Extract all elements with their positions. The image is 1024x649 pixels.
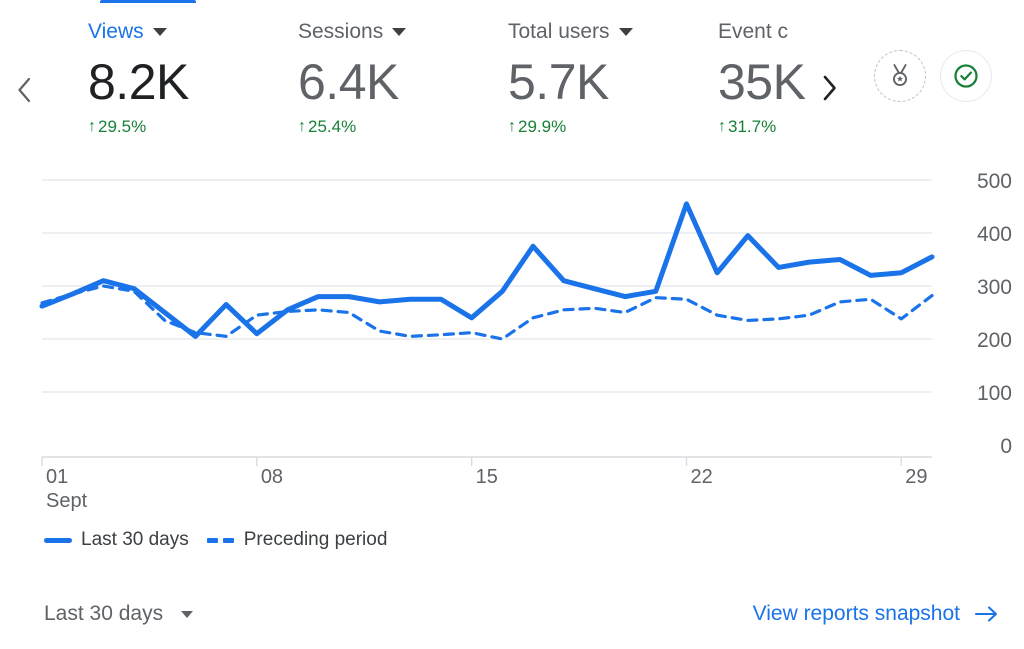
metric-card-total-users[interactable]: Total users 5.7K ↑ 29.9% — [508, 18, 718, 138]
arrow-right-icon — [974, 606, 998, 622]
tab-indicator-row — [0, 0, 1024, 4]
metric-delta: ↑ 25.4% — [298, 116, 496, 138]
metric-delta: ↑ 29.9% — [508, 116, 706, 138]
metric-label: Sessions — [298, 20, 384, 43]
view-reports-snapshot-label: View reports snapshot — [752, 602, 960, 625]
metric-selector-views[interactable]: Views — [88, 18, 286, 46]
y-axis-tick-label: 200 — [977, 329, 1012, 352]
check-circle-icon — [954, 64, 978, 88]
arrow-up-icon: ↑ — [298, 118, 306, 135]
chevron-down-icon[interactable] — [618, 28, 633, 36]
metrics-next-button[interactable] — [816, 74, 844, 102]
arrow-up-icon: ↑ — [508, 118, 516, 135]
metric-value: 35K — [718, 54, 806, 110]
legend-item-current[interactable]: Last 30 days — [44, 528, 189, 552]
y-axis-tick-label: 300 — [977, 276, 1012, 299]
metric-selector-total-users[interactable]: Total users — [508, 18, 706, 46]
metric-delta: ↑ 29.5% — [88, 116, 286, 138]
metric-delta: ↑ 31.7% — [718, 116, 816, 138]
chart-legend: Last 30 days Preceding period — [44, 528, 387, 552]
metric-label: Total users — [508, 20, 610, 43]
metric-label: Event c — [718, 20, 789, 43]
x-axis-tick-label: 08 — [261, 466, 283, 488]
metric-card-sessions[interactable]: Sessions 6.4K ↑ 25.4% — [298, 18, 508, 138]
legend-swatch-solid-icon — [44, 537, 72, 543]
view-reports-snapshot-link[interactable]: View reports snapshot — [753, 600, 1000, 628]
y-axis-tick-label: 500 — [977, 170, 1012, 193]
trend-chart[interactable]: 0 100 200 300 400 500 01 Sept 08 15 22 29 — [0, 162, 1024, 512]
metric-value: 6.4K — [298, 54, 399, 110]
chevron-right-icon — [823, 75, 836, 101]
metric-card-views[interactable]: Views 8.2K ↑ 29.5% — [88, 18, 298, 138]
chevron-down-icon[interactable] — [181, 610, 194, 618]
data-quality-check-button[interactable] — [940, 50, 992, 102]
active-tab-underline — [100, 0, 196, 3]
metric-delta-value: 29.9% — [518, 117, 567, 136]
metric-delta-value: 31.7% — [728, 117, 777, 136]
arrow-up-icon: ↑ — [88, 118, 96, 135]
legend-label: Last 30 days — [81, 529, 189, 550]
date-range-label: Last 30 days — [44, 602, 164, 625]
legend-item-preceding[interactable]: Preceding period — [206, 528, 388, 552]
x-axis-tick-label: 15 — [476, 466, 498, 488]
y-axis-tick-label: 400 — [977, 223, 1012, 246]
metric-card-event-count[interactable]: Event c 35K ↑ 31.7% — [718, 18, 816, 138]
x-axis-tick-label: 29 — [905, 466, 927, 488]
metrics-viewport: Views 8.2K ↑ 29.5% Sessions 6.4K ↑ 25.4%… — [88, 18, 816, 162]
chevron-down-icon[interactable] — [152, 28, 167, 36]
x-axis-month-label: Sept — [46, 490, 88, 512]
metric-selector-event-count[interactable]: Event c — [718, 18, 816, 46]
y-axis-tick-label: 100 — [977, 382, 1012, 405]
insights-medal-button[interactable] — [874, 50, 926, 102]
card-footer: Last 30 days View reports snapshot — [0, 592, 1024, 649]
metric-selector-sessions[interactable]: Sessions — [298, 18, 496, 46]
insights-medal-icon — [893, 64, 907, 87]
metrics-row: Views 8.2K ↑ 29.5% Sessions 6.4K ↑ 25.4%… — [88, 18, 816, 138]
legend-label: Preceding period — [243, 529, 388, 550]
chevron-down-icon[interactable] — [392, 28, 407, 36]
metric-delta-value: 29.5% — [98, 117, 147, 136]
y-axis-tick-label: 0 — [1000, 435, 1012, 458]
legend-swatch-dashed-icon — [206, 537, 235, 543]
x-axis-tick-label: 22 — [690, 466, 712, 488]
x-axis-tick-label: 01 — [46, 466, 68, 488]
metric-delta-value: 25.4% — [308, 117, 357, 136]
chevron-left-icon — [18, 77, 31, 103]
trend-chart-svg: 0 100 200 300 400 500 01Sept 08 15 22 29 — [39, 170, 1012, 512]
metric-label: Views — [88, 20, 144, 43]
metric-value: 5.7K — [508, 54, 609, 110]
metric-value: 8.2K — [88, 54, 189, 110]
metrics-strip: Views 8.2K ↑ 29.5% Sessions 6.4K ↑ 25.4%… — [0, 18, 1024, 162]
strip-actions — [874, 50, 992, 102]
arrow-up-icon: ↑ — [718, 118, 726, 135]
date-range-selector[interactable]: Last 30 days — [44, 600, 194, 628]
metrics-prev-button[interactable] — [10, 76, 38, 104]
chart-series-preceding — [40, 284, 934, 341]
